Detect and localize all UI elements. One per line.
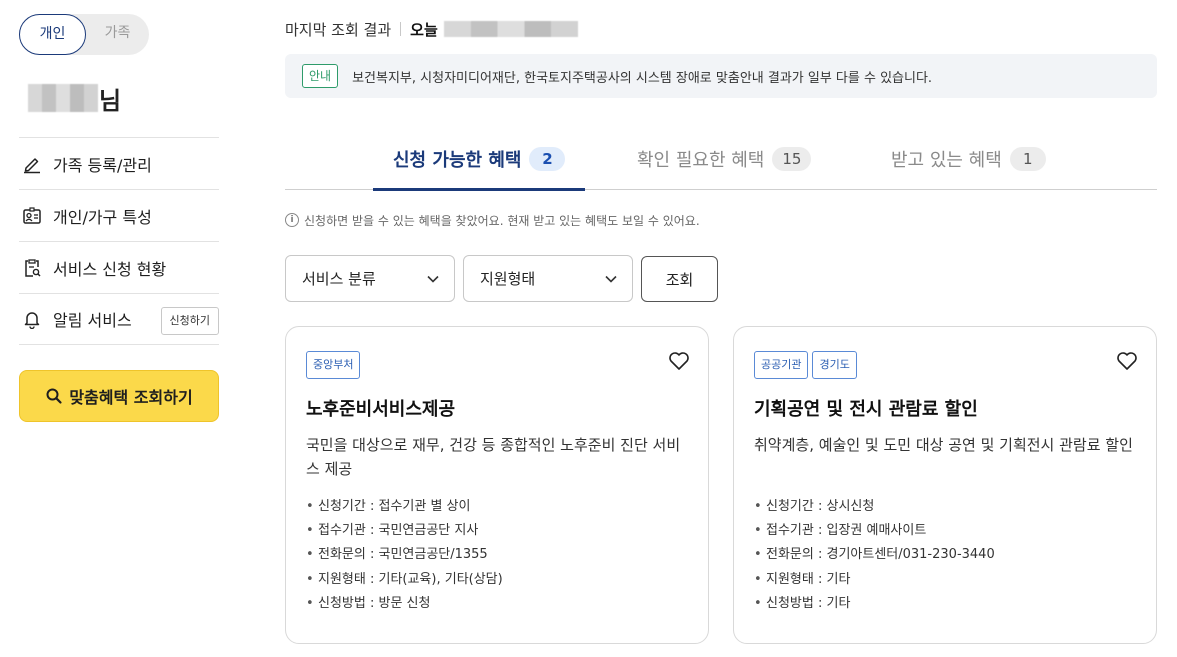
today-label: 오늘 [410, 20, 438, 39]
tab-count-badge: 1 [1009, 147, 1046, 171]
agency-badge: 중앙부처 [306, 351, 361, 379]
sidebar-item-label: 서비스 신청 현황 [53, 259, 167, 279]
edit-pen-icon [21, 153, 43, 175]
notice-banner: 안내 보건복지부, 시청자미디어재단, 한국토지주택공사의 시스템 장애로 맞춤… [285, 54, 1157, 98]
select-value: 지원형태 [480, 270, 536, 288]
sidebar-item-family-manage[interactable]: 가족 등록/관리 [19, 137, 219, 189]
agency-badge: 공공기관 [754, 351, 809, 379]
card-title[interactable]: 기획공연 및 전시 관람료 할인 [754, 395, 978, 421]
hint-text: 신청하면 받을 수 있는 혜택을 찾았어요. 현재 받고 있는 혜택도 보일 수… [304, 213, 700, 228]
detail-item: 신청방법 : 기타 [754, 592, 995, 616]
toggle-family[interactable]: 가족 [86, 14, 149, 55]
sidebar-item-label: 알림 서비스 [53, 311, 132, 330]
sidebar-item-notification[interactable]: 알림 서비스 신청하기 [19, 293, 219, 345]
detail-item: 신청기간 : 상시신청 [754, 495, 995, 519]
card-title[interactable]: 노후준비서비스제공 [306, 395, 455, 421]
heart-icon[interactable] [668, 351, 690, 371]
service-category-select[interactable]: 서비스 분류 [285, 255, 455, 302]
tab-receiving[interactable]: 받고 있는 혜택 1 [891, 128, 1046, 190]
support-type-select[interactable]: 지원형태 [463, 255, 633, 302]
benefit-tabs: 신청 가능한 혜택 2 확인 필요한 혜택 15 받고 있는 혜택 1 [285, 128, 1157, 191]
tab-label: 신청 가능한 혜택 [393, 150, 522, 171]
search-icon [46, 388, 62, 404]
sidebar-menu: 가족 등록/관리 개인/가구 특성 서비스 신청 현황 알림 서비스 신청하기 [19, 137, 219, 345]
sidebar-item-label: 가족 등록/관리 [53, 155, 152, 175]
detail-item: 신청기간 : 접수기관 별 상이 [306, 495, 503, 519]
tab-label: 받고 있는 혜택 [891, 150, 1002, 171]
custom-benefit-search-button[interactable]: 맞춤혜택 조회하기 [19, 370, 219, 422]
card-description: 취약계층, 예술인 및 도민 대상 공연 및 기획전시 관람료 할인 [754, 436, 1133, 454]
redacted-date [443, 21, 578, 37]
card-description: 국민을 대상으로 재무, 건강 등 종합적인 노후준비 진단 서비스 제공 [306, 436, 681, 478]
query-button[interactable]: 조회 [641, 256, 718, 302]
tab-count-badge: 15 [772, 147, 812, 171]
detail-item: 신청방법 : 방문 신청 [306, 592, 503, 616]
card-details: 신청기간 : 상시신청 접수기관 : 입장권 예매사이트 전화문의 : 경기아트… [754, 495, 995, 616]
sidebar-item-label: 개인/가구 특성 [53, 207, 152, 227]
region-badge: 경기도 [812, 351, 857, 379]
card-details: 신청기간 : 접수기관 별 상이 접수기관 : 국민연금공단 지사 전화문의 :… [306, 495, 503, 616]
tab-label: 확인 필요한 혜택 [637, 150, 765, 171]
sidebar-item-household[interactable]: 개인/가구 특성 [19, 189, 219, 241]
detail-item: 접수기관 : 국민연금공단 지사 [306, 519, 503, 543]
divider [400, 22, 402, 36]
chevron-down-icon [605, 275, 617, 283]
last-result-line: 마지막 조회 결과 오늘 [285, 18, 578, 40]
user-greeting: 님 [28, 82, 122, 115]
tab-count-badge: 2 [529, 147, 566, 171]
last-result-label: 마지막 조회 결과 [285, 20, 392, 39]
tab-available[interactable]: 신청 가능한 혜택 2 [372, 128, 586, 191]
card-badges: 중앙부처 [306, 351, 364, 379]
bell-icon [21, 308, 43, 330]
detail-item: 접수기관 : 입장권 예매사이트 [754, 519, 995, 543]
detail-item: 전화문의 : 경기아트센터/031-230-3440 [754, 543, 995, 567]
chevron-down-icon [427, 275, 439, 283]
personal-family-toggle: 개인 가족 [19, 14, 149, 55]
notification-apply-button[interactable]: 신청하기 [160, 307, 219, 335]
heart-icon[interactable] [1116, 351, 1138, 371]
detail-item: 지원형태 : 기타(교육), 기타(상담) [306, 568, 503, 592]
detail-item: 지원형태 : 기타 [754, 568, 995, 592]
redacted-username [28, 84, 98, 112]
notice-text: 보건복지부, 시청자미디어재단, 한국토지주택공사의 시스템 장애로 맞춤안내 … [352, 70, 933, 86]
benefit-card[interactable]: 공공기관 경기도 기획공연 및 전시 관람료 할인 취약계층, 예술인 및 도민… [733, 326, 1157, 644]
toggle-personal[interactable]: 개인 [19, 14, 86, 55]
clipboard-search-icon [21, 257, 43, 279]
sidebar-item-application-status[interactable]: 서비스 신청 현황 [19, 241, 219, 293]
select-value: 서비스 분류 [302, 270, 376, 288]
user-suffix: 님 [99, 86, 122, 115]
detail-item: 전화문의 : 국민연금공단/1355 [306, 543, 503, 567]
card-badges: 공공기관 경기도 [754, 351, 861, 379]
info-icon: i [285, 213, 299, 227]
search-button-label: 맞춤혜택 조회하기 [69, 388, 193, 407]
id-card-icon [21, 205, 43, 227]
info-hint: i 신청하면 받을 수 있는 혜택을 찾았어요. 현재 받고 있는 혜택도 보일… [285, 210, 700, 230]
benefit-card[interactable]: 중앙부처 노후준비서비스제공 국민을 대상으로 재무, 건강 등 종합적인 노후… [285, 326, 709, 644]
notice-tag: 안내 [302, 64, 339, 88]
tab-needs-check[interactable]: 확인 필요한 혜택 15 [637, 128, 812, 190]
